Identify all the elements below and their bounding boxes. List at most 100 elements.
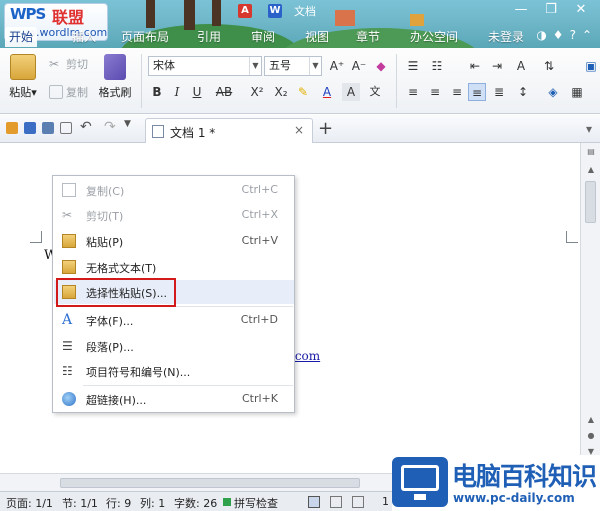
open-folder-icon[interactable] [6,122,18,134]
previous-page-icon[interactable]: ▲ [584,415,598,427]
menu-item-paste-plain-text[interactable]: 无格式文本(T) [54,255,294,279]
new-tab-button[interactable]: + [318,118,333,139]
login-status[interactable]: 未登录 [484,27,528,47]
tab-page-layout[interactable]: 页面布局 [117,27,173,47]
scrollbar-thumb[interactable] [585,181,596,223]
numbering-icon[interactable]: ☷ [428,57,446,75]
subscript-button[interactable]: X₂ [270,83,292,101]
tab-review[interactable]: 审阅 [247,27,279,47]
redo-icon[interactable]: ↷ [104,119,116,135]
undo-icon[interactable]: ↶ [80,119,92,135]
border-icon[interactable]: ▦ [568,83,586,101]
more-options-icon[interactable]: ▣ [582,57,600,75]
tab-insert[interactable]: 插入 [68,27,100,47]
panel-toggle-icon[interactable]: ▾ [586,122,592,136]
margin-corner-mark [30,231,42,243]
bullets-icon[interactable]: ☰ [404,57,422,75]
bold-button[interactable]: B [148,83,166,101]
underline-button[interactable]: U [188,83,206,101]
copy-button[interactable]: 复制 [49,84,88,100]
watermark-url: www.pc-daily.com [453,491,575,505]
menu-item-paste[interactable]: 粘贴(P) Ctrl+V [54,229,294,253]
outline-view-icon[interactable] [330,496,342,508]
document-tab[interactable]: 文档 1 * × [145,118,313,143]
clear-format-icon[interactable]: ◆ [372,57,390,75]
highlight-icon[interactable]: ✎ [294,83,312,101]
save-icon[interactable] [24,122,36,134]
italic-button[interactable]: I [168,83,186,101]
watermark: 电脑百科知识 www.pc-daily.com [392,455,600,511]
font-name-select[interactable]: 宋体 ▼ [148,56,262,76]
align-center-icon[interactable]: ≡ [426,83,444,101]
align-left-icon[interactable]: ≡ [404,83,422,101]
brush-icon [104,54,126,80]
align-right-icon[interactable]: ≡ [448,83,466,101]
status-word-count[interactable]: 字数: 26 [174,495,217,511]
justify-icon[interactable]: ≡ [468,83,486,101]
format-painter-button[interactable]: 格式刷 [96,54,134,100]
plain-text-paste-icon [62,260,76,274]
phonetic-guide-button[interactable]: 文 [366,83,384,101]
line-spacing-icon[interactable]: ↕ [514,83,532,101]
ribbon-divider [141,54,142,108]
restore-button[interactable]: ❐ [536,0,566,20]
tab-chapter[interactable]: 章节 [352,27,384,47]
collapse-ribbon-icon[interactable]: ⌃ [582,28,592,42]
text-style-icon[interactable]: A [512,57,530,75]
tab-view[interactable]: 视图 [301,27,333,47]
chevron-down-icon: ▼ [309,57,321,75]
decrease-indent-icon[interactable]: ⇤ [466,57,484,75]
skin-icon[interactable]: ◑ [536,28,546,42]
scroll-up-icon[interactable]: ▲ [584,165,598,177]
vertical-scrollbar[interactable]: ▤ ▲ ▲ ● ▼ [580,143,600,473]
menu-item-shortcut: Ctrl+D [240,313,278,326]
menu-item-copy[interactable]: 复制(C) Ctrl+C [54,178,294,202]
tab-home[interactable]: 开始 [5,27,38,47]
char-shading-button[interactable]: A [342,83,360,101]
shrink-font-button[interactable]: A⁻ [350,57,368,75]
menu-item-shortcut: Ctrl+C [241,183,278,196]
scrollbar-thumb[interactable] [60,478,360,488]
menu-item-font[interactable]: A 字体(F)... Ctrl+D [54,308,294,332]
increase-indent-icon[interactable]: ⇥ [488,57,506,75]
menu-item-bullets-numbering[interactable]: ☷ 项目符号和编号(N)... [54,359,294,383]
font-color-button[interactable]: A [318,83,336,101]
menu-item-label: 段落(P)... [86,341,134,354]
font-size-select[interactable]: 五号 ▼ [264,56,322,76]
page-view-icon[interactable] [308,496,320,508]
wps-writer-app-icon[interactable]: A [238,4,252,18]
cut-button[interactable]: ✂ 剪切 [49,56,88,72]
ruler-toggle-icon[interactable]: ▤ [584,147,598,159]
distribute-icon[interactable]: ≣ [490,83,508,101]
paragraph-icon: ☰ [62,339,73,353]
shirt-icon[interactable]: ♦ [553,28,564,42]
paste-dropdown-arrow[interactable]: ▾ [31,86,37,99]
strikethrough-button[interactable]: AB [211,83,237,101]
web-view-icon[interactable] [352,496,364,508]
scissors-icon: ✂ [49,57,60,71]
banner-tree [146,0,155,28]
menu-item-cut[interactable]: ✂ 剪切(T) Ctrl+X [54,203,294,227]
close-button[interactable]: ✕ [566,0,596,20]
help-icon[interactable]: ? [570,28,576,42]
paste-button[interactable]: 粘贴▾ [6,54,40,100]
tab-references[interactable]: 引用 [193,27,225,47]
minimize-button[interactable]: — [506,0,536,20]
print-icon[interactable] [42,122,54,134]
menu-item-hyperlink[interactable]: 超链接(H)... Ctrl+K [54,387,294,411]
select-browse-icon[interactable]: ● [584,431,598,443]
shading-fill-icon[interactable]: ◈ [544,83,562,101]
sort-icon[interactable]: ⇅ [540,57,558,75]
customize-dropdown-icon[interactable]: ▼ [124,119,136,131]
document-hyperlink[interactable]: .com [291,349,320,363]
grow-font-button[interactable]: A⁺ [328,57,346,75]
menu-item-paragraph[interactable]: ☰ 段落(P)... [54,334,294,358]
status-section: 节: 1/1 [62,497,98,510]
close-tab-icon[interactable]: × [294,123,304,137]
superscript-button[interactable]: X² [246,83,268,101]
print-preview-icon[interactable] [60,122,72,134]
status-spell-check[interactable]: 拼写检查 [234,495,278,511]
status-page: 页面: 1/1 [6,497,53,510]
tab-office-space[interactable]: 办公空间 [406,27,462,47]
document-icon [152,125,164,138]
